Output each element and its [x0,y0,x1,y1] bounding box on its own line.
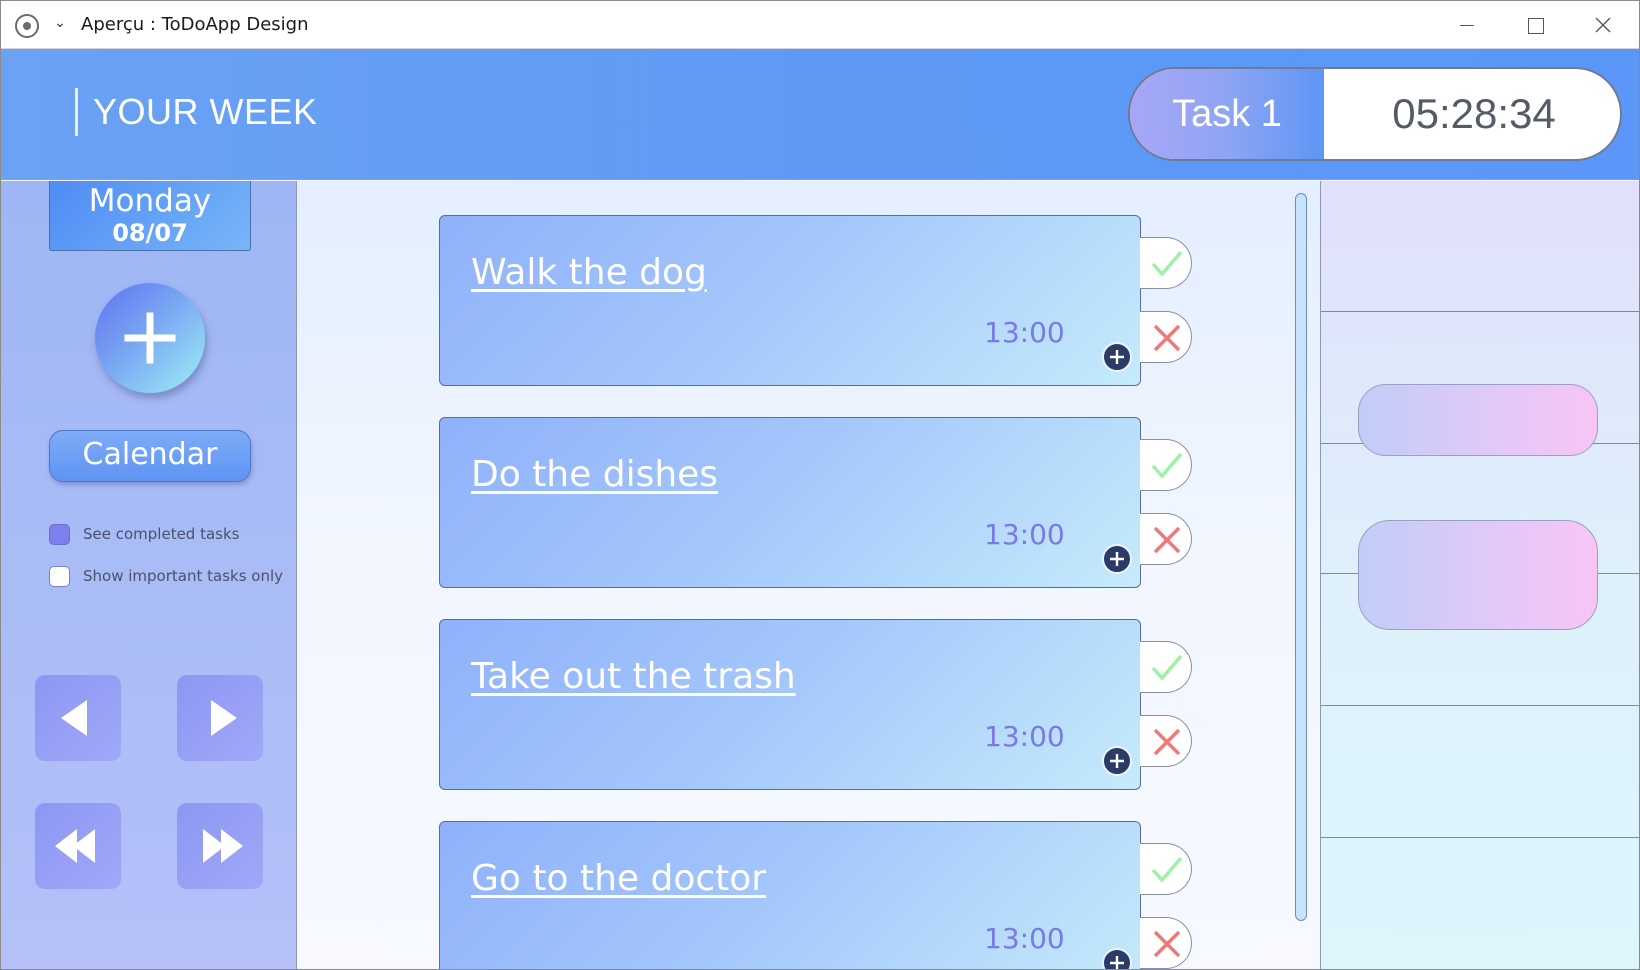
task-time: 13:00 [984,316,1065,349]
app-header: YOUR WEEK Task 1 05:28:34 [1,49,1639,180]
check-icon [1151,654,1183,681]
right-panel [1321,181,1639,969]
plus-icon [1110,956,1124,969]
title-bar: ⌄ Aperçu : ToDoApp Design [1,1,1639,49]
task-time: 13:00 [984,720,1065,753]
previous-icon [61,700,87,736]
previous-week-button[interactable] [35,803,121,889]
task-card[interactable]: Do the dishes 13:00 [439,417,1141,588]
cross-icon [1153,324,1181,352]
cross-icon [1153,930,1181,958]
complete-task-button[interactable] [1140,439,1192,491]
delete-task-button[interactable] [1140,917,1192,969]
task-list: Walk the dog 13:00 Do the dishes 13:00 T… [297,181,1321,969]
next-icon [211,700,237,736]
page-title: YOUR WEEK [93,91,318,132]
task-details-button[interactable] [1102,746,1132,776]
app-record-icon[interactable] [15,14,39,38]
rewind-icon [55,829,95,863]
task-title[interactable]: Do the dishes [471,454,718,495]
see-completed-label: See completed tasks [83,525,240,543]
previous-day-button[interactable] [35,675,121,761]
panel-pill-button[interactable] [1358,384,1598,456]
check-icon [1151,250,1183,277]
task-title[interactable]: Take out the trash [471,656,796,697]
plus-icon [1110,754,1124,768]
task-timer: 05:28:34 [1392,90,1556,137]
plus-icon [124,312,176,364]
panel-pill-button[interactable] [1358,520,1598,630]
panel-divider [1321,311,1639,312]
delete-task-button[interactable] [1140,311,1192,363]
day-name: Monday [88,183,212,219]
task-details-button[interactable] [1102,948,1132,969]
complete-task-button[interactable] [1140,237,1192,289]
task-title[interactable]: Go to the doctor [471,858,766,899]
delete-task-button[interactable] [1140,715,1192,767]
plus-icon [1110,552,1124,566]
task-title[interactable]: Walk the dog [471,252,707,293]
check-icon [1151,452,1183,479]
close-icon [1595,17,1611,33]
add-task-button[interactable] [95,283,205,393]
current-task-name[interactable]: Task 1 [1130,69,1324,159]
task-details-button[interactable] [1102,544,1132,574]
fast-forward-icon [203,829,243,863]
delete-task-button[interactable] [1140,513,1192,565]
minimize-button[interactable] [1433,1,1501,49]
current-task-timer[interactable]: Task 1 05:28:34 [1128,67,1622,161]
see-completed-checkbox[interactable] [49,524,70,545]
task-card[interactable]: Go to the doctor 13:00 [439,821,1141,969]
maximize-button[interactable] [1501,1,1569,49]
task-card[interactable]: Walk the dog 13:00 [439,215,1141,386]
next-day-button[interactable] [177,675,263,761]
complete-task-button[interactable] [1140,843,1192,895]
task-list-scrollbar[interactable] [1295,193,1307,921]
plus-icon [1110,350,1124,364]
panel-divider [1321,705,1639,706]
important-only-label: Show important tasks only [83,567,284,585]
task-time: 13:00 [984,922,1065,955]
chevron-down-icon[interactable]: ⌄ [51,14,69,32]
app-window: ⌄ Aperçu : ToDoApp Design YOUR WEEK Task… [0,0,1640,970]
important-only-checkbox[interactable] [49,566,70,587]
current-day-badge: Monday 08/07 [49,181,251,251]
task-time: 13:00 [984,518,1065,551]
sidebar: Monday 08/07 Calendar See completed task… [1,181,297,969]
window-title: Aperçu : ToDoApp Design [81,14,309,35]
header-accent-bar [75,88,78,136]
panel-divider [1321,837,1639,838]
task-details-button[interactable] [1102,342,1132,372]
cross-icon [1153,728,1181,756]
close-button[interactable] [1569,1,1637,49]
cross-icon [1153,526,1181,554]
complete-task-button[interactable] [1140,641,1192,693]
task-card[interactable]: Take out the trash 13:00 [439,619,1141,790]
check-icon [1151,856,1183,883]
next-week-button[interactable] [177,803,263,889]
calendar-button[interactable]: Calendar [49,430,251,482]
day-date: 08/07 [112,219,188,247]
